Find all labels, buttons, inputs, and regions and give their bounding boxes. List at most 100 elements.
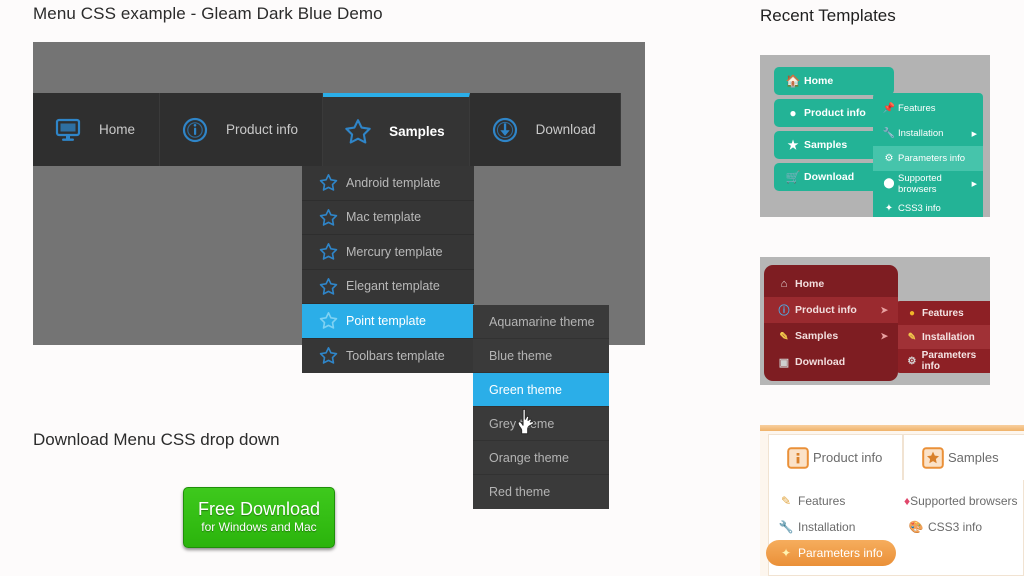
star-box-icon <box>918 446 948 469</box>
samples-dropdown-menu[interactable]: Android template Mac template Mercury te… <box>302 166 474 373</box>
free-download-button[interactable]: Free Download for Windows and Mac <box>183 487 335 548</box>
green-item-home[interactable]: 🏠 Home <box>774 67 894 95</box>
download-icon <box>488 113 522 147</box>
dropdown-item-toolbars-template[interactable]: Toolbars template <box>302 339 474 374</box>
submenu-item-red-theme[interactable]: Red theme <box>473 475 609 509</box>
orange-cell-empty <box>896 540 1016 566</box>
green-item-label: Download <box>804 171 855 183</box>
dropdown-item-label: Mac template <box>346 210 422 225</box>
green-sub-features[interactable]: 📌 Features <box>873 96 983 121</box>
star-icon <box>310 311 346 330</box>
gear-icon: ⚙ <box>884 153 894 164</box>
star-icon <box>341 115 375 149</box>
green-sub-label: Installation <box>898 128 944 139</box>
red-item-samples[interactable]: ✎ Samples ➤ <box>764 323 898 349</box>
green-sub-label: CSS3 info <box>898 203 941 214</box>
orange-tab-product-info[interactable]: Product info <box>768 434 903 480</box>
orange-tabs[interactable]: Product info Samples <box>768 434 1024 480</box>
red-item-download[interactable]: ▣ Download <box>764 349 898 375</box>
menubar-item-product-info[interactable]: Product info <box>160 93 324 166</box>
orange-cell-css3-info[interactable]: 🎨 CSS3 info <box>896 514 1016 540</box>
green-sub-parameters-info[interactable]: ⚙ Parameters info <box>873 146 983 171</box>
main-menubar[interactable]: Home Product info Samples Download <box>33 93 621 166</box>
dropdown-item-mercury-template[interactable]: Mercury template <box>302 235 474 270</box>
menubar-item-label: Home <box>99 121 136 137</box>
info-icon: ⓘ <box>778 305 790 317</box>
orange-cell-label: Features <box>798 494 846 508</box>
download-heading: Download Menu CSS drop down <box>33 430 280 449</box>
page-title: Menu CSS example - Gleam Dark Blue Demo <box>33 4 383 23</box>
wrench-icon: 🔧 <box>882 128 896 139</box>
star-icon <box>310 277 346 296</box>
green-sub-css3-info[interactable]: ✦ CSS3 info <box>873 196 983 217</box>
submenu-item-blue-theme[interactable]: Blue theme <box>473 339 609 373</box>
sparkle-icon: ✦ <box>780 546 792 560</box>
chevron-right-icon: ▶ <box>971 130 977 138</box>
dropdown-item-label: Point template <box>346 313 426 328</box>
red-item-label: Download <box>795 356 846 368</box>
red-item-label: Home <box>795 278 825 290</box>
orange-item-grid[interactable]: ✎ Features ♦ Supported browsers 🔧 Instal… <box>766 488 1018 566</box>
menubar-item-home[interactable]: Home <box>33 93 161 166</box>
red-item-product-info[interactable]: ⓘ Product info ➤ <box>764 297 898 323</box>
dot-icon: ✦ <box>884 203 894 214</box>
dropdown-item-point-template[interactable]: Point template <box>302 304 474 339</box>
balloon-icon: ● <box>789 106 797 120</box>
green-template-submenu[interactable]: 📌 Features 🔧 Installation ▶ ⚙ Parameters… <box>873 93 983 217</box>
chevron-right-icon: ➤ <box>880 304 888 315</box>
red-item-label: Product info <box>795 304 857 316</box>
orange-cell-features[interactable]: ✎ Features <box>766 488 896 514</box>
orange-cell-supported-browsers[interactable]: ♦ Supported browsers <box>896 488 1018 514</box>
orange-tab-label: Samples <box>948 450 999 465</box>
orange-cell-label: Parameters info <box>798 546 883 560</box>
green-sub-label: Features <box>898 103 936 114</box>
green-item-label: Product info <box>804 107 866 119</box>
free-download-main-label: Free Download <box>197 498 321 519</box>
orange-cell-installation[interactable]: 🔧 Installation <box>766 514 896 540</box>
orange-cell-label: Installation <box>798 520 856 534</box>
red-sub-installation[interactable]: ✎ Installation <box>896 325 990 349</box>
submenu-item-aquamarine-theme[interactable]: Aquamarine theme <box>473 305 609 339</box>
green-sub-label: Supported browsers <box>898 172 942 195</box>
star-icon: ★ <box>787 138 799 152</box>
menubar-item-download[interactable]: Download <box>469 93 621 166</box>
green-sub-supported-browsers[interactable]: ⬤ Supported browsers ▶ <box>873 171 983 196</box>
template-card-green[interactable]: 🏠 Home ● Product info ▶ ★ Samples ▶ 🛒 Do… <box>760 55 990 217</box>
dropdown-item-label: Mercury template <box>346 244 443 259</box>
house-icon: 🏠 <box>785 74 801 88</box>
red-item-label: Samples <box>795 330 839 342</box>
theme-submenu[interactable]: Aquamarine theme Blue theme Green theme … <box>473 305 609 509</box>
menubar-item-label: Download <box>535 121 596 137</box>
red-template-root-menu[interactable]: ⌂ Home ⓘ Product info ➤ ✎ Samples ➤ ▣ Do… <box>764 265 898 381</box>
menubar-item-samples[interactable]: Samples <box>323 93 470 166</box>
red-sub-label: Parameters info <box>921 350 977 372</box>
red-item-home[interactable]: ⌂ Home <box>764 271 898 297</box>
cart-icon: 🛒 <box>785 170 801 184</box>
submenu-item-grey-theme[interactable]: Grey theme <box>473 407 609 441</box>
template-card-red[interactable]: ● Features ✎ Installation ⚙ Parameters i… <box>760 257 990 385</box>
chevron-right-icon: ▶ <box>971 180 977 188</box>
red-sub-label: Features <box>922 307 964 319</box>
orange-tab-label: Product info <box>813 450 883 465</box>
red-sub-label: Installation <box>922 331 975 343</box>
dropdown-item-mac-template[interactable]: Mac template <box>302 201 474 235</box>
dropdown-item-android-template[interactable]: Android template <box>302 166 474 201</box>
orange-tab-samples[interactable]: Samples <box>903 434 1024 480</box>
wrench-icon: 🔧 <box>778 520 794 534</box>
red-sub-features[interactable]: ● Features <box>896 301 990 325</box>
info-box-icon <box>783 446 813 469</box>
red-template-submenu[interactable]: ● Features ✎ Installation ⚙ Parameters i… <box>896 301 990 373</box>
pencil-icon: ✎ <box>780 494 792 508</box>
dropdown-item-elegant-template[interactable]: Elegant template <box>302 270 474 304</box>
submenu-item-orange-theme[interactable]: Orange theme <box>473 441 609 475</box>
orange-cell-parameters-info[interactable]: ✦ Parameters info <box>766 540 896 566</box>
palette-icon: 🎨 <box>908 520 924 534</box>
shield-icon: ⬤ <box>883 178 895 189</box>
chevron-right-icon: ➤ <box>880 330 888 341</box>
red-sub-parameters-info[interactable]: ⚙ Parameters info <box>896 349 990 373</box>
template-card-orange[interactable]: Product info Samples ✎ Features ♦ Suppor… <box>760 425 1024 576</box>
green-sub-installation[interactable]: 🔧 Installation ▶ <box>873 121 983 146</box>
gear-icon: ⚙ <box>907 355 917 367</box>
orange-top-bar <box>760 425 1024 431</box>
submenu-item-green-theme[interactable]: Green theme <box>473 373 609 407</box>
